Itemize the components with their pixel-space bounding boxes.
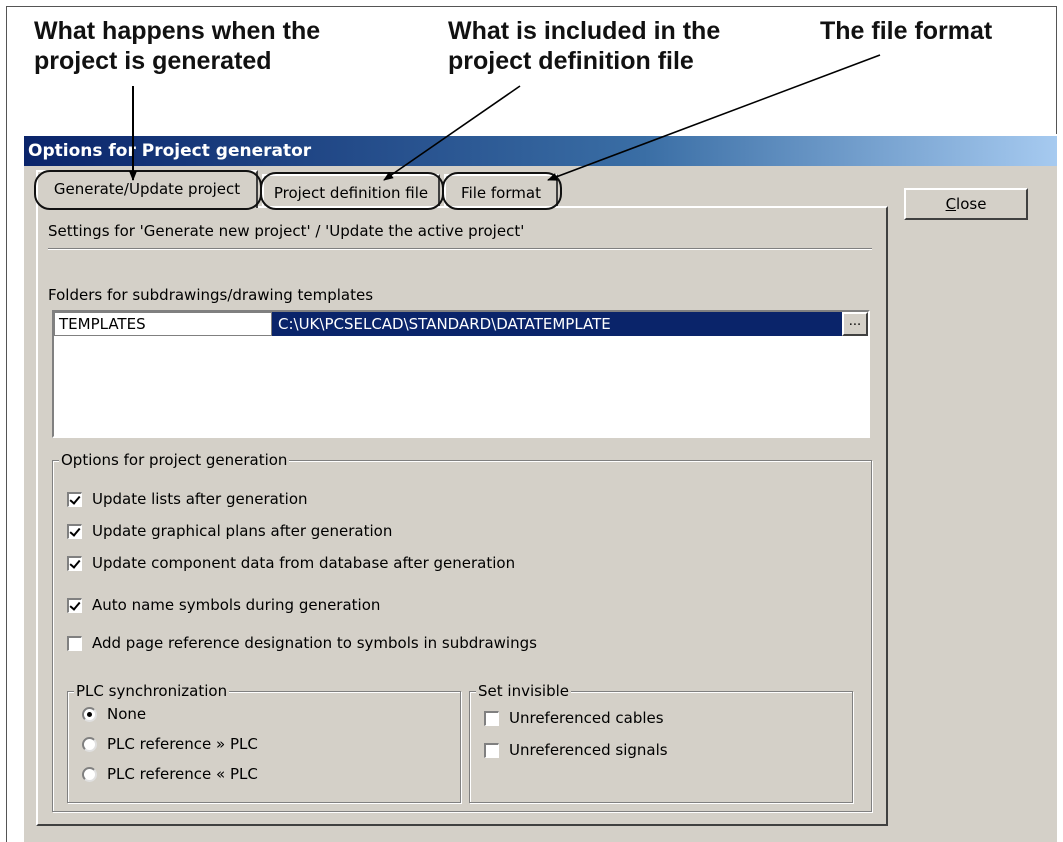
checkbox-label: Update component data from database afte… [92, 554, 516, 572]
options-dialog: Options for Project generator Generate/U… [22, 134, 1057, 842]
tab-project-definition-file[interactable]: Project definition file [262, 174, 440, 208]
tab-label: Generate/Update project [53, 180, 241, 198]
tab-label: Project definition file [273, 184, 429, 202]
plc-synchronization-group: PLC synchronization None PLC reference »… [67, 682, 461, 803]
close-mnemonic: C [945, 195, 957, 213]
checkbox-label: Update lists after generation [92, 490, 308, 508]
checkbox[interactable] [67, 597, 82, 613]
option-auto-name-symbols[interactable]: Auto name symbols during generation [67, 595, 380, 615]
checkbox[interactable] [67, 491, 82, 507]
tab-panel-generate-update: Settings for 'Generate new project' / 'U… [36, 206, 888, 826]
option-unreferenced-cables[interactable]: Unreferenced cables [484, 708, 664, 728]
checkbox[interactable] [67, 635, 82, 651]
annotation-file-format-callout: The file format [820, 17, 993, 45]
checkbox[interactable] [67, 523, 82, 539]
radio-plc-none[interactable]: None [82, 704, 146, 724]
tab-generate-update-project[interactable]: Generate/Update project [36, 170, 258, 208]
annotation-generate-callout: What happens when the project is generat… [34, 17, 321, 75]
folders-listbox[interactable]: TEMPLATES C:\UK\PCSELCAD\STANDARD\DATATE… [52, 310, 870, 438]
radio-label: PLC reference » PLC [107, 735, 258, 753]
annotation-definition-file-callout: What is included in the project definiti… [448, 17, 721, 75]
radio-button[interactable] [82, 736, 97, 752]
checkbox[interactable] [67, 555, 82, 571]
group-title: PLC synchronization [74, 682, 230, 700]
checkbox-label: Unreferenced cables [509, 709, 664, 727]
folder-row[interactable]: TEMPLATES C:\UK\PCSELCAD\STANDARD\DATATE… [54, 312, 868, 336]
checkbox-label: Update graphical plans after generation [92, 522, 393, 540]
folder-path-cell[interactable]: C:\UK\PCSELCAD\STANDARD\DATATEMPLATE [272, 312, 842, 336]
checkbox[interactable] [484, 742, 499, 758]
settings-caption: Settings for 'Generate new project' / 'U… [48, 222, 525, 240]
option-add-page-reference[interactable]: Add page reference designation to symbol… [67, 633, 537, 653]
radio-label: PLC reference « PLC [107, 765, 258, 783]
close-button[interactable]: Close [904, 188, 1028, 220]
set-invisible-group: Set invisible Unreferenced cables Unrefe… [469, 682, 853, 803]
folder-key-cell[interactable]: TEMPLATES [54, 312, 272, 336]
radio-plc-reference-to-plc[interactable]: PLC reference » PLC [82, 734, 258, 754]
radio-button[interactable] [82, 706, 97, 722]
group-title: Set invisible [476, 682, 572, 700]
option-unreferenced-signals[interactable]: Unreferenced signals [484, 740, 668, 760]
option-update-component-data[interactable]: Update component data from database afte… [67, 553, 515, 573]
caption-divider [48, 248, 872, 250]
tab-label: File format [461, 184, 541, 202]
group-title: Options for project generation [59, 451, 290, 469]
radio-plc-to-plc-reference[interactable]: PLC reference « PLC [82, 764, 258, 784]
option-update-lists[interactable]: Update lists after generation [67, 489, 308, 509]
radio-label: None [107, 705, 147, 723]
browse-button[interactable]: ... [842, 312, 868, 336]
tab-file-format[interactable]: File format [444, 174, 558, 208]
radio-button[interactable] [82, 766, 97, 782]
close-label: lose [956, 195, 987, 213]
option-update-graphical-plans[interactable]: Update graphical plans after generation [67, 521, 392, 541]
checkbox[interactable] [484, 710, 499, 726]
folders-label: Folders for subdrawings/drawing template… [48, 286, 374, 304]
dialog-title-bar: Options for Project generator [24, 136, 1057, 166]
generation-options-group: Options for project generation Update li… [52, 451, 872, 812]
dialog-title: Options for Project generator [28, 141, 312, 161]
checkbox-label: Auto name symbols during generation [92, 596, 381, 614]
checkbox-label: Add page reference designation to symbol… [92, 634, 537, 652]
checkbox-label: Unreferenced signals [509, 741, 668, 759]
